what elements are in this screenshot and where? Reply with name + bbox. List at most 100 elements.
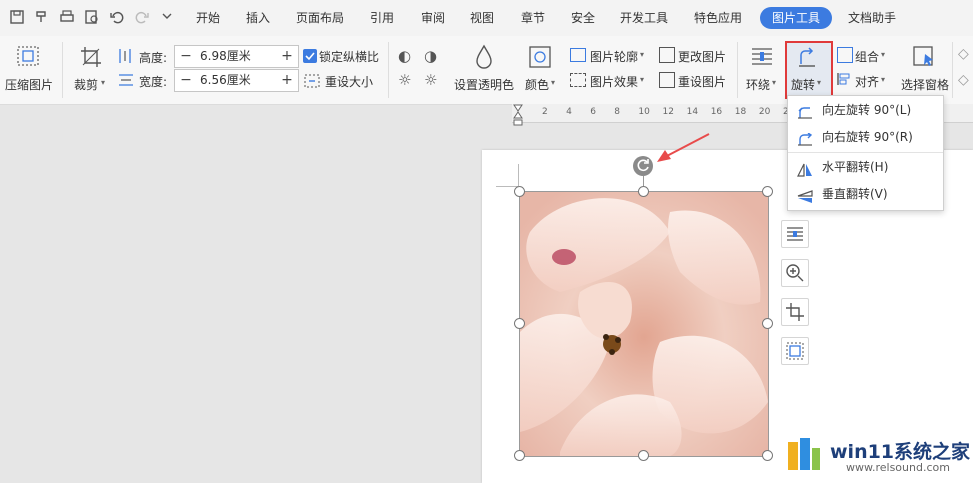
rotate-left-90-item[interactable]: 向左旋转 90°(L) [788, 97, 943, 123]
height-value[interactable]: 6.98厘米 [200, 46, 251, 67]
selection-pane-icon [913, 46, 937, 68]
wrap-button[interactable]: 环绕 [746, 76, 770, 93]
compress-picture-icon [17, 46, 39, 66]
width-increase-button[interactable]: + [277, 70, 297, 91]
reset-picture-button[interactable]: 重设图片 [678, 73, 726, 90]
print-preview-icon[interactable] [83, 9, 101, 27]
color-dropdown-icon[interactable]: ▾ [551, 78, 555, 87]
wrap-text-icon [751, 46, 773, 68]
format-painter-icon[interactable] [33, 9, 51, 27]
change-picture-button[interactable]: 更改图片 [678, 48, 726, 65]
lock-ratio-label[interactable]: 锁定纵横比 [319, 48, 379, 65]
resize-handle-left[interactable] [514, 318, 525, 329]
tab-doc-assistant[interactable]: 文档助手 [848, 9, 896, 27]
transparent-color-icon [472, 44, 496, 70]
zoom-picture-button[interactable] [781, 259, 809, 287]
picture-outline-dropdown-icon[interactable]: ▾ [640, 50, 644, 59]
lock-ratio-checkbox[interactable] [303, 49, 317, 63]
picture-outline-button[interactable]: 图片轮廓 [590, 48, 638, 65]
picture-outline-icon [570, 48, 586, 62]
align-button[interactable]: 对齐 [855, 73, 879, 90]
tab-view[interactable]: 视图 [470, 9, 494, 27]
resize-handle-right[interactable] [762, 318, 773, 329]
tab-page-layout[interactable]: 页面布局 [296, 9, 344, 27]
decrease-brightness-icon[interactable]: ◑ [424, 47, 437, 65]
picture-effect-dropdown-icon[interactable]: ▾ [640, 75, 644, 84]
width-stepper[interactable]: − 6.56厘米 + [174, 69, 299, 92]
ruler-number: 12 [662, 107, 674, 117]
rotate-dropdown-icon[interactable]: ▾ [817, 78, 821, 87]
width-value[interactable]: 6.56厘米 [200, 70, 251, 91]
height-stepper[interactable]: − 6.98厘米 + [174, 45, 299, 68]
undo-icon[interactable] [108, 9, 126, 27]
resize-handle-top-right[interactable] [762, 186, 773, 197]
decrease-contrast-icon[interactable]: ☼ [424, 71, 437, 89]
flip-vertical-item[interactable]: 垂直翻转(V) [788, 181, 943, 207]
color-button[interactable]: 颜色 [525, 76, 549, 93]
watermark-logo-icon [786, 436, 822, 474]
tab-insert[interactable]: 插入 [246, 9, 270, 27]
tab-references[interactable]: 引用 [370, 9, 394, 27]
ruler-number: 6 [590, 107, 596, 117]
flip-vertical-icon [797, 187, 813, 203]
customize-quick-access-icon[interactable] [158, 9, 176, 27]
increase-contrast-icon[interactable]: ☼ [398, 71, 411, 89]
increase-brightness-icon[interactable]: ◐ [398, 47, 411, 65]
ruler-number: 18 [734, 107, 747, 117]
ruler-number: 16 [710, 107, 723, 117]
align-dropdown-icon[interactable]: ▾ [881, 75, 885, 84]
menu-divider [788, 152, 943, 153]
color-icon [529, 46, 551, 68]
reset-size-button[interactable]: 重设大小 [325, 73, 373, 90]
rotate-button[interactable]: 旋转 [791, 76, 815, 93]
tab-developer[interactable]: 开发工具 [620, 9, 668, 27]
group-icon [837, 47, 853, 63]
tab-chapter[interactable]: 章节 [521, 9, 545, 27]
align-icon [837, 72, 851, 86]
picture-frame-button[interactable] [781, 337, 809, 365]
tab-security[interactable]: 安全 [571, 9, 595, 27]
change-picture-icon [659, 47, 675, 63]
group-button[interactable]: 组合 [855, 48, 879, 65]
save-icon[interactable] [8, 9, 26, 27]
rotate-icon [795, 46, 819, 70]
tab-picture-tools[interactable]: 图片工具 [760, 7, 833, 29]
more-layers-icon[interactable]: ◇ [958, 46, 969, 62]
tab-review[interactable]: 审阅 [421, 9, 445, 27]
flower-image[interactable] [519, 191, 769, 457]
crop-dropdown-icon[interactable]: ▾ [101, 78, 105, 87]
resize-handle-bottom-right[interactable] [762, 450, 773, 461]
layout-options-button[interactable] [781, 220, 809, 248]
rotate-right-90-item[interactable]: 向右旋转 90°(R) [788, 124, 943, 150]
redo-icon[interactable] [133, 9, 151, 27]
height-increase-button[interactable]: + [277, 46, 297, 67]
picture-effect-button[interactable]: 图片效果 [590, 73, 638, 90]
rotate-handle-icon[interactable] [633, 156, 653, 176]
selection-pane-button[interactable]: 选择窗格 [901, 76, 949, 93]
print-icon[interactable] [58, 9, 76, 27]
tab-home[interactable]: 开始 [196, 9, 220, 27]
height-decrease-button[interactable]: − [176, 46, 196, 67]
set-transparent-color-button[interactable]: 设置透明色 [454, 76, 514, 93]
indent-marker-icon[interactable] [513, 104, 523, 126]
height-icon [118, 48, 132, 64]
wrap-dropdown-icon[interactable]: ▾ [772, 78, 776, 87]
flip-horizontal-item[interactable]: 水平翻转(H) [788, 154, 943, 180]
compress-picture-button[interactable]: 压缩图片 [5, 76, 53, 93]
ruler-number: 2 [542, 107, 548, 117]
width-decrease-button[interactable]: − [176, 70, 196, 91]
resize-handle-bottom[interactable] [638, 450, 649, 461]
resize-handle-top-left[interactable] [514, 186, 525, 197]
resize-handle-top[interactable] [638, 186, 649, 197]
group-dropdown-icon[interactable]: ▾ [881, 50, 885, 59]
ruler-number: 14 [686, 107, 699, 117]
watermark-brand: win11系统之家 [830, 441, 971, 463]
tab-special-apps[interactable]: 特色应用 [694, 9, 742, 27]
reset-size-icon [304, 74, 320, 88]
resize-handle-bottom-left[interactable] [514, 450, 525, 461]
watermark-url: www.relsound.com [846, 461, 950, 474]
crop-quick-button[interactable] [781, 298, 809, 326]
crop-button[interactable]: 裁剪 [74, 76, 98, 93]
ruler-number: 20 [758, 107, 771, 117]
more-layers-icon-2[interactable]: ◇ [958, 72, 969, 88]
